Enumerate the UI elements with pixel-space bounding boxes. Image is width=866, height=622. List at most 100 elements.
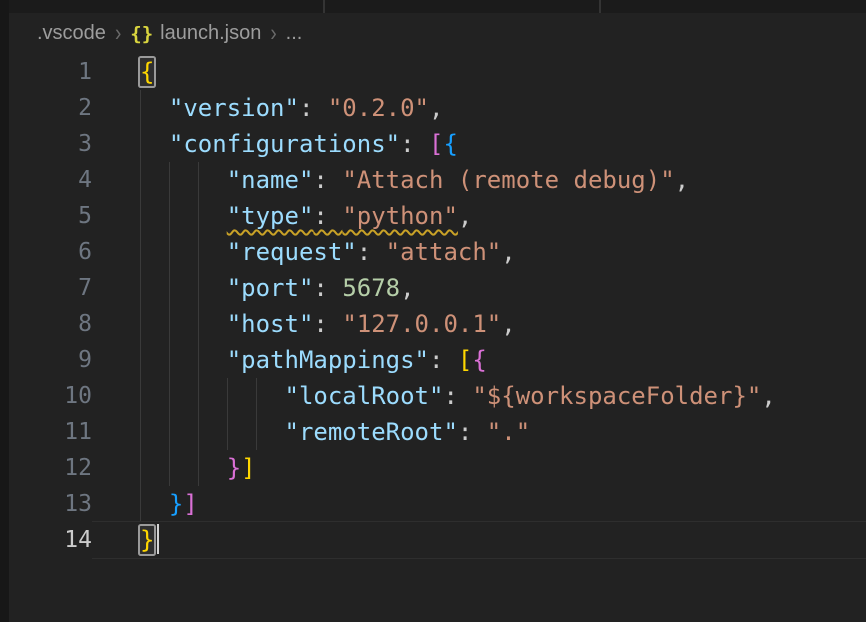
code-token: 5678 xyxy=(342,274,400,302)
line-number[interactable]: 10 xyxy=(9,378,92,414)
code-token xyxy=(140,346,227,374)
code-token: , xyxy=(675,166,689,194)
code-token: "0.2.0" xyxy=(328,94,429,122)
code-token: "version" xyxy=(169,94,299,122)
code-line[interactable]: 4 "name": "Attach (remote debug)", xyxy=(9,162,866,198)
text-cursor xyxy=(157,524,159,554)
line-number[interactable]: 3 xyxy=(9,126,92,162)
code-text: "request": "attach", xyxy=(140,234,516,270)
vscode-editor-window: .vscode › {} launch.json › ... 1{2 "vers… xyxy=(0,0,866,622)
line-number[interactable]: 8 xyxy=(9,306,92,342)
code-token: : xyxy=(458,418,487,446)
code-line[interactable]: 1{ xyxy=(9,54,866,90)
breadcrumb-item-symbol-path[interactable]: ... xyxy=(286,22,303,45)
code-token: "attach" xyxy=(386,238,502,266)
code-line[interactable]: 14} xyxy=(9,522,866,558)
code-token: "pathMappings" xyxy=(227,346,429,374)
code-text: }] xyxy=(140,450,256,486)
code-token: "${workspaceFolder}" xyxy=(472,382,761,410)
code-token: , xyxy=(501,310,515,338)
line-number[interactable]: 11 xyxy=(9,414,92,450)
line-number[interactable]: 9 xyxy=(9,342,92,378)
breadcrumb-filename: launch.json xyxy=(160,22,261,45)
code-token: [ xyxy=(429,130,443,158)
chevron-right-icon: › xyxy=(115,20,121,48)
code-token xyxy=(140,454,227,482)
code-line[interactable]: 5 "type": "python", xyxy=(9,198,866,234)
code-token: } xyxy=(169,490,183,518)
code-token: , xyxy=(761,382,775,410)
code-token: { xyxy=(443,130,457,158)
tab-separator xyxy=(323,0,325,13)
code-token xyxy=(140,274,227,302)
code-line[interactable]: 3 "configurations": [{ xyxy=(9,126,866,162)
code-token xyxy=(140,202,227,230)
code-editor[interactable]: 1{2 "version": "0.2.0",3 "configurations… xyxy=(9,54,866,622)
breadcrumb-item-launch-json[interactable]: {} launch.json xyxy=(130,22,261,45)
code-token: "127.0.0.1" xyxy=(342,310,501,338)
code-token xyxy=(140,130,169,158)
code-token: } xyxy=(227,454,241,482)
code-token xyxy=(140,166,227,194)
tab-bar[interactable] xyxy=(9,0,866,13)
code-token xyxy=(140,94,169,122)
line-number[interactable]: 2 xyxy=(9,90,92,126)
code-token: "Attach (remote debug)" xyxy=(342,166,674,194)
bracket-match: { xyxy=(140,58,154,86)
line-number[interactable]: 5 xyxy=(9,198,92,234)
code-text: { xyxy=(140,54,154,90)
code-token xyxy=(140,310,227,338)
code-text: "host": "127.0.0.1", xyxy=(140,306,516,342)
breadcrumb: .vscode › {} launch.json › ... xyxy=(9,13,866,54)
code-token: "localRoot" xyxy=(285,382,444,410)
code-line[interactable]: 2 "version": "0.2.0", xyxy=(9,90,866,126)
code-token: , xyxy=(400,274,414,302)
code-line[interactable]: 10 "localRoot": "${workspaceFolder}", xyxy=(9,378,866,414)
json-braces-icon: {} xyxy=(130,23,153,45)
code-text: }] xyxy=(140,486,198,522)
breadcrumb-item-vscode[interactable]: .vscode xyxy=(37,22,106,45)
code-token: , xyxy=(501,238,515,266)
code-token: : xyxy=(357,238,386,266)
line-number[interactable]: 7 xyxy=(9,270,92,306)
code-token: : xyxy=(429,346,458,374)
code-token: "remoteRoot" xyxy=(285,418,458,446)
code-token: "host" xyxy=(227,310,314,338)
code-token: "name" xyxy=(227,166,314,194)
code-line[interactable]: 7 "port": 5678, xyxy=(9,270,866,306)
code-token: : xyxy=(443,382,472,410)
code-line[interactable]: 6 "request": "attach", xyxy=(9,234,866,270)
code-token: ] xyxy=(183,490,197,518)
code-text: "port": 5678, xyxy=(140,270,415,306)
code-text: "version": "0.2.0", xyxy=(140,90,443,126)
code-line[interactable]: 8 "host": "127.0.0.1", xyxy=(9,306,866,342)
code-token xyxy=(140,238,227,266)
window-left-edge xyxy=(0,0,9,622)
line-number[interactable]: 12 xyxy=(9,450,92,486)
code-text: "configurations": [{ xyxy=(140,126,458,162)
code-line[interactable]: 9 "pathMappings": [{ xyxy=(9,342,866,378)
code-text: "localRoot": "${workspaceFolder}", xyxy=(140,378,776,414)
line-number[interactable]: 4 xyxy=(9,162,92,198)
tab-separator xyxy=(599,0,601,13)
line-number[interactable]: 1 xyxy=(9,54,92,90)
code-token: : xyxy=(313,166,342,194)
code-line[interactable]: 12 }] xyxy=(9,450,866,486)
line-number[interactable]: 13 xyxy=(9,486,92,522)
code-token: "python" xyxy=(342,202,458,230)
code-token: , xyxy=(429,94,443,122)
code-token: "port" xyxy=(227,274,314,302)
bracket-match: } xyxy=(140,526,154,554)
code-line[interactable]: 13 }] xyxy=(9,486,866,522)
code-token: "configurations" xyxy=(169,130,400,158)
code-token: "." xyxy=(487,418,530,446)
code-line[interactable]: 11 "remoteRoot": "." xyxy=(9,414,866,450)
code-token xyxy=(140,382,285,410)
code-token: : xyxy=(299,94,328,122)
code-token: : xyxy=(313,202,342,230)
code-token: { xyxy=(472,346,486,374)
line-number[interactable]: 6 xyxy=(9,234,92,270)
code-token: "type" xyxy=(227,202,314,230)
code-text: "name": "Attach (remote debug)", xyxy=(140,162,689,198)
line-number[interactable]: 14 xyxy=(9,522,92,558)
